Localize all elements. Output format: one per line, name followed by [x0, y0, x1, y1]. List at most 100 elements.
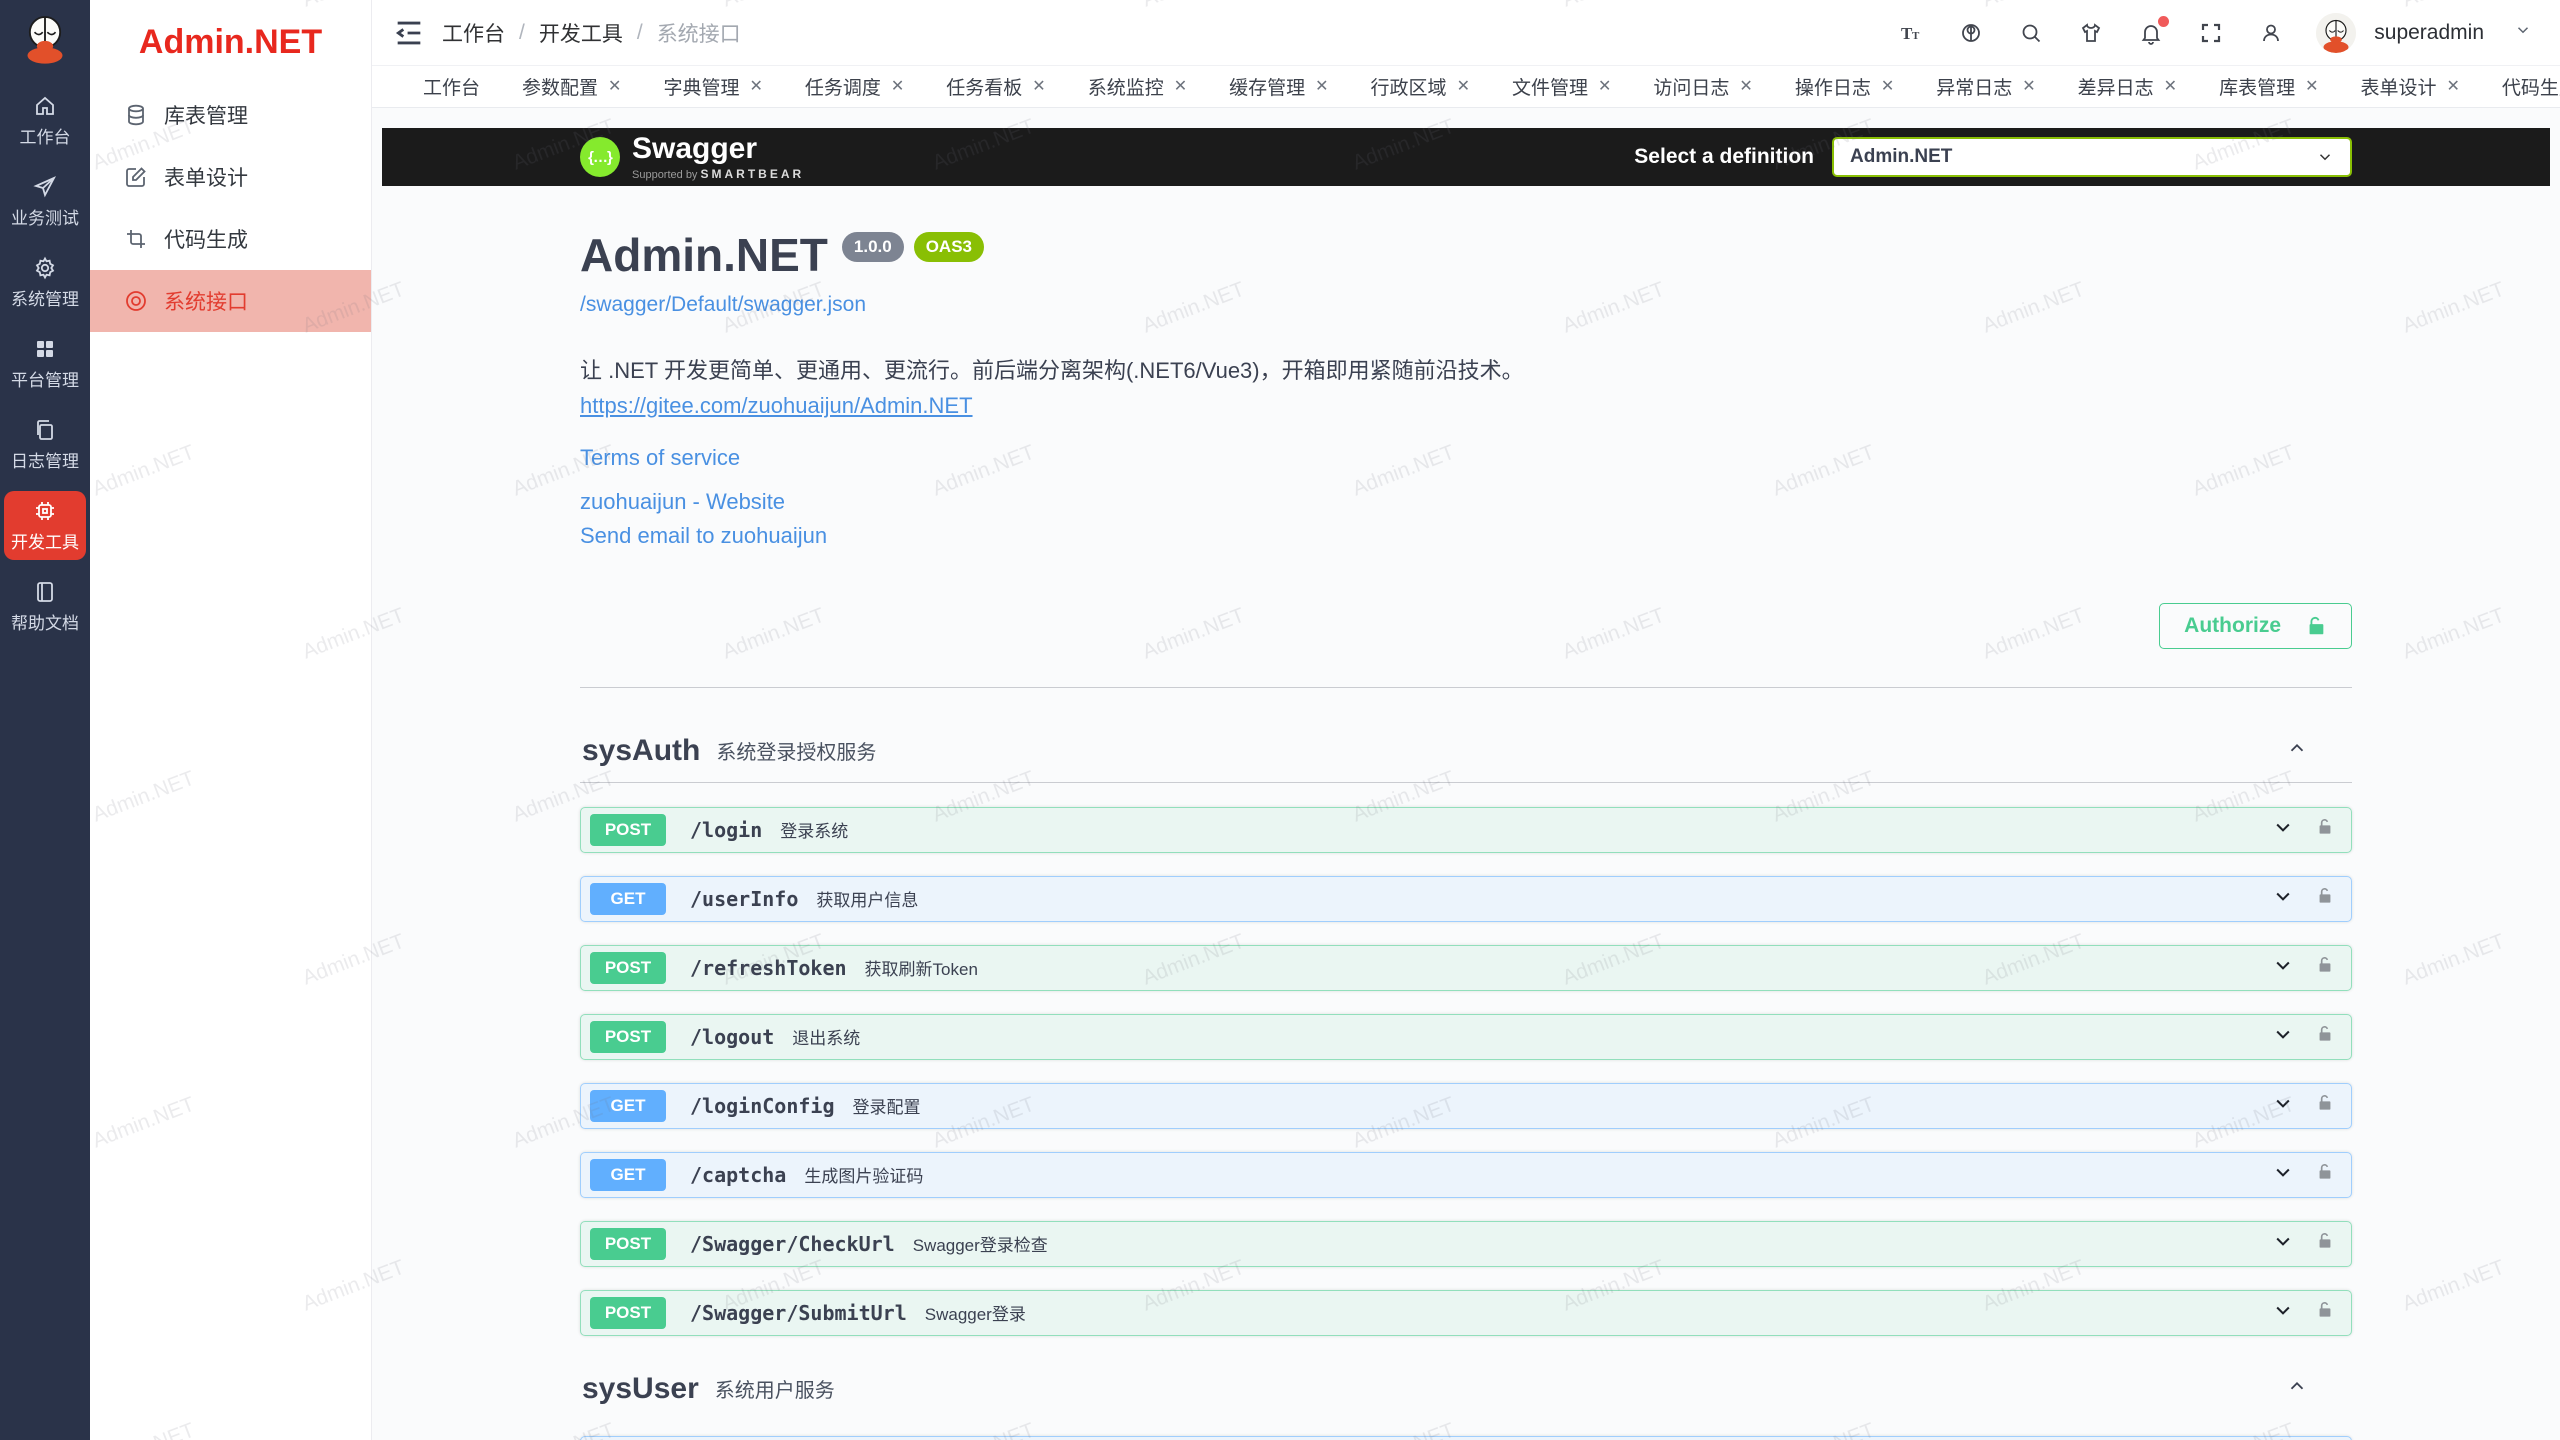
- endpoint-row[interactable]: POST /Swagger/CheckUrl Swagger登录检查: [580, 1221, 2352, 1267]
- svg-text:T: T: [1912, 30, 1920, 42]
- endpoint-row[interactable]: POST /login 登录系统: [580, 807, 2352, 853]
- close-icon[interactable]: ✕: [1315, 79, 1328, 95]
- tab[interactable]: 库表管理✕: [2203, 66, 2334, 107]
- tab[interactable]: 表单设计✕: [2345, 66, 2476, 107]
- close-icon[interactable]: ✕: [1881, 79, 1894, 95]
- fullscreen-icon[interactable]: [2196, 18, 2226, 48]
- endpoint-row[interactable]: GET /captcha 生成图片验证码: [580, 1152, 2352, 1198]
- tab[interactable]: 字典管理✕: [647, 66, 778, 107]
- rail-item-system-mgmt[interactable]: 系统管理: [4, 248, 86, 317]
- close-icon[interactable]: ✕: [2022, 79, 2035, 95]
- unlock-icon[interactable]: [2315, 1162, 2335, 1187]
- user-avatar[interactable]: [2316, 13, 2356, 53]
- endpoint-row-clipped[interactable]: [580, 1436, 2352, 1440]
- breadcrumb-item[interactable]: 开发工具: [539, 18, 623, 48]
- chevron-down-icon[interactable]: [2273, 955, 2293, 980]
- tab[interactable]: 代码生成✕: [2486, 66, 2560, 107]
- method-badge: POST: [590, 952, 666, 984]
- tab[interactable]: 文件管理✕: [1496, 66, 1627, 107]
- bell-icon[interactable]: [2136, 18, 2166, 48]
- api-section-sysuser: sysUser 系统用户服务: [580, 1366, 2352, 1440]
- unlock-icon[interactable]: [2315, 1093, 2335, 1118]
- tab[interactable]: 差异日志✕: [2062, 66, 2193, 107]
- unlock-icon[interactable]: [2315, 955, 2335, 980]
- chevron-up-icon[interactable]: [2286, 737, 2308, 764]
- unlock-icon[interactable]: [2315, 817, 2335, 842]
- endpoint-row[interactable]: POST /logout 退出系统: [580, 1014, 2352, 1060]
- close-icon[interactable]: ✕: [891, 79, 904, 95]
- endpoint-summary: 退出系统: [792, 1024, 860, 1049]
- chevron-down-icon[interactable]: [2273, 1300, 2293, 1325]
- unlock-icon[interactable]: [2315, 1300, 2335, 1325]
- book-icon: [33, 580, 57, 604]
- tab[interactable]: 系统监控✕: [1072, 66, 1203, 107]
- repo-link[interactable]: https://gitee.com/zuohuaijun/Admin.NET: [580, 393, 973, 419]
- font-size-icon[interactable]: TT: [1896, 18, 1926, 48]
- tab[interactable]: 任务调度✕: [789, 66, 920, 107]
- rail-item-help-docs[interactable]: 帮助文档: [4, 572, 86, 641]
- sidebar-item-form-design[interactable]: 表单设计: [90, 146, 371, 208]
- close-icon[interactable]: ✕: [1457, 79, 1470, 95]
- rail-item-label: 业务测试: [11, 204, 79, 229]
- close-icon[interactable]: ✕: [1032, 79, 1045, 95]
- tab[interactable]: 任务看板✕: [930, 66, 1061, 107]
- rail-item-business-test[interactable]: 业务测试: [4, 167, 86, 236]
- definition-select[interactable]: Admin.NET: [1832, 137, 2352, 177]
- contact-email-link[interactable]: Send email to zuohuaijun: [580, 523, 2352, 549]
- endpoint-row[interactable]: POST /refreshToken 获取刷新Token: [580, 945, 2352, 991]
- chevron-down-icon[interactable]: [2273, 817, 2293, 842]
- tab[interactable]: 参数配置✕: [506, 66, 637, 107]
- close-icon[interactable]: ✕: [1598, 79, 1611, 95]
- rail-item-platform-mgmt[interactable]: 平台管理: [4, 329, 86, 398]
- unlock-icon[interactable]: [2315, 1024, 2335, 1049]
- close-icon[interactable]: ✕: [2164, 79, 2177, 95]
- close-icon[interactable]: ✕: [1739, 79, 1752, 95]
- spec-url-link[interactable]: /swagger/Default/swagger.json: [580, 293, 2352, 317]
- chevron-down-icon[interactable]: [2273, 886, 2293, 911]
- sidebar-item-system-api[interactable]: 系统接口: [90, 270, 371, 332]
- username-label[interactable]: superadmin: [2374, 21, 2484, 45]
- unlock-icon[interactable]: [2315, 886, 2335, 911]
- tab-workbench[interactable]: 工作台: [407, 66, 496, 107]
- section-header[interactable]: sysUser 系统用户服务: [580, 1366, 2352, 1420]
- chevron-down-icon[interactable]: [2273, 1162, 2293, 1187]
- close-icon[interactable]: ✕: [749, 79, 762, 95]
- sidebar-item-code-gen[interactable]: 代码生成: [90, 208, 371, 270]
- tab[interactable]: 访问日志✕: [1637, 66, 1768, 107]
- chevron-down-icon[interactable]: [2514, 21, 2532, 44]
- tab[interactable]: 缓存管理✕: [1213, 66, 1344, 107]
- app-mascot-logo[interactable]: [17, 10, 73, 66]
- swagger-logo-icon: {…}: [580, 137, 620, 177]
- chevron-down-icon[interactable]: [2273, 1231, 2293, 1256]
- breadcrumb-item[interactable]: 工作台: [442, 18, 505, 48]
- tab[interactable]: 操作日志✕: [1779, 66, 1910, 107]
- unlock-icon[interactable]: [2315, 1231, 2335, 1256]
- chevron-up-icon[interactable]: [2286, 1375, 2308, 1402]
- endpoint-row[interactable]: GET /userInfo 获取用户信息: [580, 876, 2352, 922]
- sidebar-item-table-mgmt[interactable]: 库表管理: [90, 84, 371, 146]
- chevron-down-icon[interactable]: [2273, 1024, 2293, 1049]
- user-icon[interactable]: [2256, 18, 2286, 48]
- sidebar-fold-icon[interactable]: [392, 16, 426, 50]
- close-icon[interactable]: ✕: [2447, 79, 2460, 95]
- endpoint-row[interactable]: POST /Swagger/SubmitUrl Swagger登录: [580, 1290, 2352, 1336]
- close-icon[interactable]: ✕: [608, 79, 621, 95]
- endpoint-path: /login: [690, 818, 762, 842]
- section-header[interactable]: sysAuth 系统登录授权服务: [580, 728, 2352, 783]
- sidebar-logo[interactable]: Admin.NET: [90, 0, 371, 84]
- terms-link[interactable]: Terms of service: [580, 445, 2352, 471]
- close-icon[interactable]: ✕: [2305, 79, 2318, 95]
- rail-item-log-mgmt[interactable]: 日志管理: [4, 410, 86, 479]
- aim-icon[interactable]: [1956, 18, 1986, 48]
- close-icon[interactable]: ✕: [1174, 79, 1187, 95]
- chevron-down-icon[interactable]: [2273, 1093, 2293, 1118]
- rail-item-dev-tools[interactable]: 开发工具: [4, 491, 86, 560]
- theme-shirt-icon[interactable]: [2076, 18, 2106, 48]
- search-icon[interactable]: [2016, 18, 2046, 48]
- endpoint-row[interactable]: GET /loginConfig 登录配置: [580, 1083, 2352, 1129]
- tab[interactable]: 行政区域✕: [1355, 66, 1486, 107]
- contact-website-link[interactable]: zuohuaijun - Website: [580, 489, 2352, 515]
- authorize-button[interactable]: Authorize: [2159, 603, 2352, 649]
- rail-item-workbench[interactable]: 工作台: [4, 86, 86, 155]
- tab[interactable]: 异常日志✕: [1920, 66, 2051, 107]
